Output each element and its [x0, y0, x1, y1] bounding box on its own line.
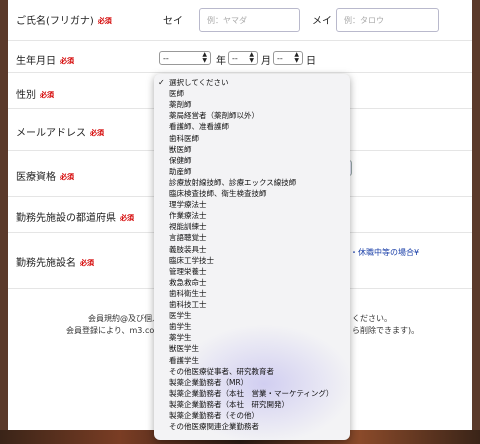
name-kana-label-text: ご氏名(フリガナ) — [16, 16, 94, 27]
gender-label-text: 性別 — [16, 90, 36, 101]
facility-label-text: 勤務先施設名 — [16, 258, 76, 269]
menu-item[interactable]: 作業療法士 — [169, 211, 207, 221]
menu-item[interactable]: 薬剤師 — [169, 100, 192, 110]
menu-item[interactable]: 言語聴覚士 — [169, 233, 207, 243]
year-unit: 年 — [216, 56, 226, 67]
menu-item[interactable]: その他医療関連企業勤務者 — [169, 422, 259, 432]
facility-label: 勤務先施設名 必須 — [16, 254, 94, 269]
year-select-value: -- — [163, 53, 169, 63]
menu-item[interactable]: 臨床検査技師、衛生検査技師 — [169, 189, 267, 199]
license-label-text: 医療資格 — [16, 172, 56, 183]
month-select-value: -- — [232, 53, 238, 63]
updown-arrows-icon: ▲ ▼ — [202, 51, 207, 64]
terms-text-1: 会員規約@及び個人 — [88, 314, 160, 323]
divider — [8, 40, 472, 41]
year-select[interactable]: -- ▲ ▼ — [159, 51, 211, 65]
day-unit: 日 — [306, 56, 316, 67]
menu-item[interactable]: 義肢装具士 — [169, 245, 207, 255]
prefecture-label: 勤務先施設の都道府県 必須 — [16, 209, 134, 224]
menu-item[interactable]: 看護師、准看護師 — [169, 122, 229, 132]
mei-input[interactable]: 例：タロウ — [336, 8, 439, 32]
prefecture-label-text: 勤務先施設の都道府県 — [16, 213, 116, 224]
menu-item[interactable]: 製薬企業勤務者（MR） — [169, 378, 248, 388]
menu-item[interactable]: 製薬企業勤務者（本社 研究開発） — [169, 400, 289, 410]
required-badge: 必須 — [60, 173, 74, 181]
required-badge: 必須 — [80, 259, 94, 267]
menu-item[interactable]: 歯科技工士 — [169, 300, 207, 310]
menu-item[interactable]: 保健師 — [169, 156, 192, 166]
required-badge: 必須 — [97, 17, 112, 25]
license-label: 医療資格 必須 — [16, 168, 74, 183]
birthdate-label: 生年月日 必須 — [16, 52, 74, 67]
required-badge: 必須 — [120, 214, 134, 222]
gender-label: 性別 必須 — [16, 86, 54, 101]
menu-item[interactable]: 看護学生 — [169, 356, 199, 366]
menu-item[interactable]: 薬局経営者（薬剤師以外） — [169, 111, 259, 121]
email-label-text: メールアドレス — [16, 128, 86, 139]
menu-item[interactable]: 製薬企業勤務者（本社 営業・マーケティング） — [169, 389, 333, 399]
name-kana-label: ご氏名(フリガナ) 必須 — [16, 12, 112, 27]
email-label: メールアドレス 必須 — [16, 124, 104, 139]
menu-item-placeholder[interactable]: 選択してください — [169, 78, 229, 88]
sei-label: セイ — [163, 16, 183, 27]
license-dropdown-menu: ✓ 選択してください 医師 薬剤師 薬局経営者（薬剤師以外） 看護師、准看護師 歯科医師獣… — [154, 74, 350, 440]
checkmark-icon: ✓ — [158, 78, 165, 87]
menu-item[interactable]: 視能訓練士 — [169, 222, 207, 232]
menu-item[interactable]: 理学療法士 — [169, 200, 207, 210]
menu-item[interactable]: 管理栄養士 — [169, 267, 207, 277]
month-select[interactable]: -- ▲ ▼ — [228, 51, 258, 65]
menu-item[interactable]: 医学生 — [169, 311, 192, 321]
day-select-value: -- — [277, 53, 283, 63]
terms-text-2-end: ら削除できます)。 — [352, 326, 420, 335]
sei-input[interactable]: 例：ヤマダ — [199, 8, 300, 32]
facility-note-link[interactable]: ・休職中等の場合¥ — [350, 247, 419, 258]
required-badge: 必須 — [60, 57, 74, 65]
month-unit: 月 — [261, 56, 271, 67]
divider — [8, 72, 472, 73]
required-badge: 必須 — [90, 129, 104, 137]
updown-arrows-icon: ▲ ▼ — [294, 51, 299, 64]
menu-item[interactable]: 獣医学生 — [169, 344, 199, 354]
birthdate-label-text: 生年月日 — [16, 56, 56, 67]
day-select[interactable]: -- ▲ ▼ — [273, 51, 303, 65]
updown-arrows-icon: ▲ ▼ — [249, 51, 254, 64]
menu-item[interactable]: 歯学生 — [169, 322, 192, 332]
menu-item[interactable]: 製薬企業勤務者（その他） — [169, 411, 259, 421]
menu-item[interactable]: 診療放射線技師、診療エックス線技師 — [169, 178, 296, 188]
required-badge: 必須 — [40, 91, 54, 99]
menu-item[interactable]: 獣医師 — [169, 145, 192, 155]
menu-item[interactable]: 歯科衛生士 — [169, 289, 207, 299]
menu-item[interactable]: 助産師 — [169, 167, 192, 177]
menu-item[interactable]: その他医療従事者、研究教育者 — [169, 367, 274, 377]
menu-item[interactable]: 薬学生 — [169, 333, 192, 343]
menu-item[interactable]: 歯科医師 — [169, 134, 199, 144]
terms-text-1-end: ください。 — [352, 314, 392, 323]
menu-item[interactable]: 救急救命士 — [169, 278, 207, 288]
menu-item[interactable]: 医師 — [169, 89, 184, 99]
mei-label: メイ — [312, 16, 332, 27]
menu-item[interactable]: 臨床工学技士 — [169, 256, 214, 266]
